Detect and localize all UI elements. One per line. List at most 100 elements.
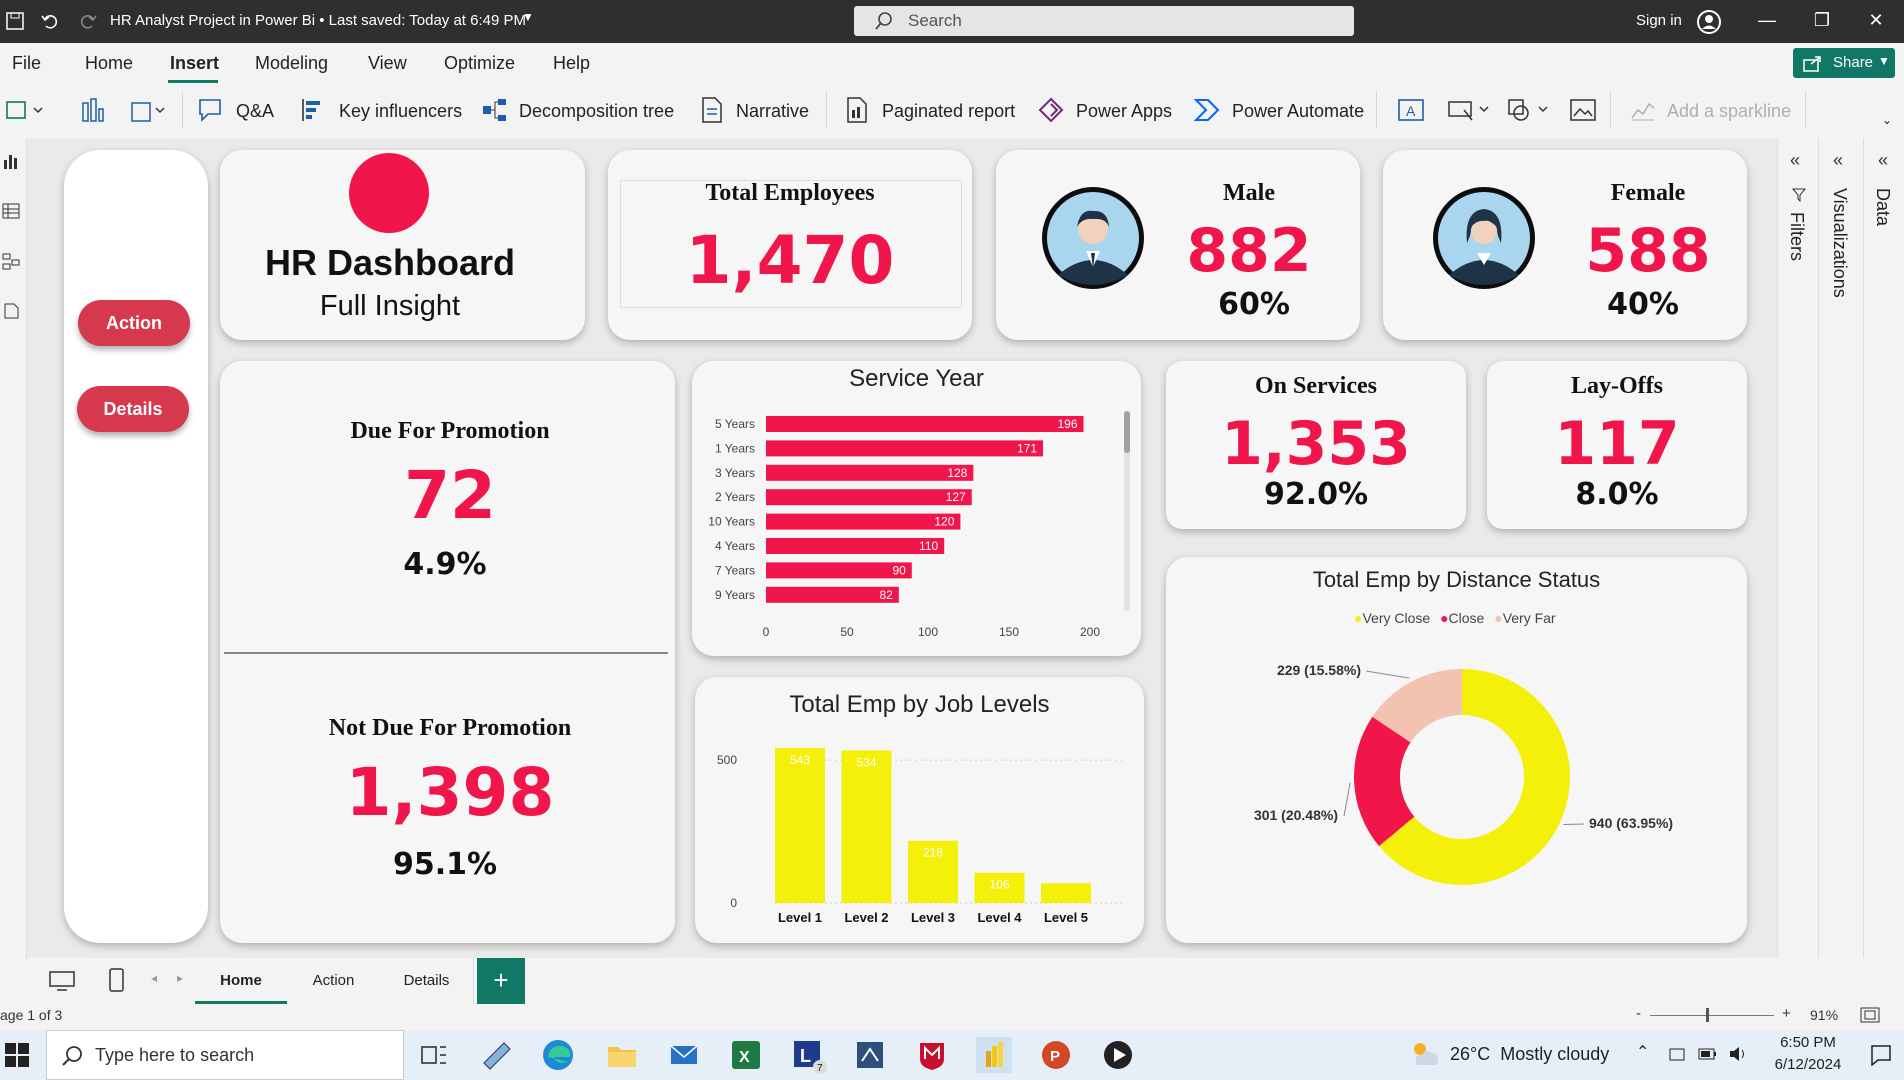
dax-query-icon[interactable] (2, 302, 20, 320)
text-box-icon[interactable]: A (1398, 98, 1424, 122)
filters-pane[interactable]: « Filters (1777, 138, 1818, 958)
bar[interactable] (766, 464, 974, 481)
decomposition-tree-button[interactable]: Decomposition tree (519, 101, 674, 122)
search-box[interactable]: Search (854, 6, 1354, 36)
zoom-out-button[interactable]: - (1636, 1005, 1641, 1022)
powerpoint-app-icon[interactable]: P (1038, 1037, 1074, 1073)
close-button[interactable]: ✕ (1864, 10, 1888, 34)
share-button[interactable]: Share ▼ (1793, 48, 1895, 78)
power-apps-icon[interactable] (1038, 97, 1064, 123)
table-view-icon[interactable] (2, 202, 20, 220)
bar[interactable] (766, 416, 1084, 432)
menu-help[interactable]: Help (553, 53, 590, 74)
key-influencers-icon[interactable] (300, 97, 326, 123)
bar[interactable] (766, 440, 1044, 457)
media-player-app-icon[interactable] (1100, 1037, 1136, 1073)
zoom-in-button[interactable]: + (1782, 1005, 1791, 1022)
mail-app-icon[interactable] (666, 1037, 702, 1073)
bar[interactable] (766, 562, 912, 579)
prev-page-icon[interactable]: ◂ (151, 971, 157, 985)
expand-icon[interactable]: « (1878, 150, 1888, 171)
file-explorer-app-icon[interactable] (604, 1037, 640, 1073)
weather-text[interactable]: 26°C Mostly cloudy (1450, 1044, 1609, 1065)
page-tab-action[interactable]: Action (287, 958, 381, 1004)
chart-icon[interactable] (80, 97, 104, 123)
menu-modeling[interactable]: Modeling (255, 53, 328, 74)
excel-app-icon[interactable]: X (728, 1037, 764, 1073)
action-nav-button[interactable]: Action (78, 300, 190, 346)
notepad-app-icon[interactable] (478, 1037, 514, 1073)
menu-file[interactable]: File (12, 53, 41, 74)
chevron-up-icon[interactable]: ⌃ (1636, 1042, 1649, 1062)
model-view-icon[interactable] (2, 252, 20, 270)
page-tab-details[interactable]: Details (380, 958, 474, 1004)
l-app-icon[interactable]: L7 (790, 1037, 827, 1074)
visualizations-pane[interactable]: « Visualizations (1818, 138, 1863, 958)
clock-time[interactable]: 6:50 PM (1768, 1034, 1848, 1051)
filters-label[interactable]: Filters (1786, 212, 1807, 261)
format-visual-icon[interactable] (130, 97, 170, 123)
bar[interactable] (775, 747, 825, 903)
menu-home[interactable]: Home (85, 53, 133, 74)
menu-insert[interactable]: Insert (170, 53, 219, 74)
key-influencers-button[interactable]: Key influencers (339, 101, 462, 122)
account-icon[interactable] (1696, 9, 1722, 35)
chevron-down-icon[interactable]: ⌄ (1882, 113, 1892, 127)
qa-button[interactable]: Q&A (236, 101, 274, 122)
save-icon[interactable] (5, 11, 25, 31)
volume-icon[interactable] (1728, 1044, 1748, 1064)
power-bi-app-icon[interactable] (976, 1037, 1012, 1073)
add-page-button[interactable]: + (477, 958, 525, 1004)
notifications-icon[interactable] (1870, 1044, 1892, 1066)
data-label[interactable]: Data (1872, 188, 1893, 226)
taskbar-search[interactable]: Type here to search (46, 1030, 404, 1080)
menu-optimize[interactable]: Optimize (444, 53, 515, 74)
report-view-icon[interactable] (2, 152, 20, 170)
data-pane[interactable]: « Data (1863, 138, 1904, 958)
clock-date[interactable]: 6/12/2024 (1762, 1056, 1854, 1073)
image-icon[interactable] (1570, 98, 1596, 122)
paginated-report-button[interactable]: Paginated report (882, 101, 1015, 122)
expand-icon[interactable]: « (1790, 150, 1800, 171)
chart-scrollbar[interactable] (1124, 411, 1130, 611)
next-page-icon[interactable]: ▸ (177, 971, 183, 985)
decomposition-tree-icon[interactable] (482, 97, 508, 123)
battery-icon[interactable] (1698, 1046, 1718, 1062)
expand-icon[interactable]: « (1833, 150, 1843, 171)
visualizations-label[interactable]: Visualizations (1829, 188, 1850, 298)
windows-start-icon[interactable] (4, 1042, 30, 1068)
shapes-icon[interactable] (1507, 98, 1553, 122)
meet-icon[interactable] (1668, 1045, 1686, 1063)
mcafee-app-icon[interactable] (914, 1037, 950, 1073)
menu-view[interactable]: View (368, 53, 407, 74)
bar[interactable] (766, 513, 961, 530)
restore-button[interactable]: ❐ (1810, 10, 1834, 34)
fit-to-page-icon[interactable] (1860, 1006, 1880, 1024)
buttons-icon[interactable] (1448, 98, 1494, 122)
paginated-report-icon[interactable] (845, 96, 869, 124)
task-view-icon[interactable] (416, 1037, 452, 1073)
desktop-layout-icon[interactable] (49, 970, 75, 992)
weather-icon[interactable] (1408, 1037, 1442, 1071)
edge-app-icon[interactable] (540, 1037, 576, 1073)
chevron-down-icon[interactable]: ▼ (522, 10, 534, 24)
bar[interactable] (766, 489, 972, 506)
power-automate-icon[interactable] (1194, 97, 1222, 123)
narrative-button[interactable]: Narrative (736, 101, 809, 122)
remote-app-icon[interactable] (852, 1037, 888, 1073)
zoom-slider-thumb[interactable] (1706, 1008, 1709, 1022)
bar[interactable] (1041, 883, 1091, 903)
details-nav-button[interactable]: Details (77, 386, 189, 432)
new-visual-icon[interactable] (6, 99, 46, 123)
power-automate-button[interactable]: Power Automate (1232, 101, 1364, 122)
scrollbar-thumb[interactable] (1124, 411, 1130, 453)
undo-icon[interactable] (40, 11, 60, 31)
power-apps-button[interactable]: Power Apps (1076, 101, 1172, 122)
redo-icon[interactable] (78, 11, 98, 31)
bar[interactable] (766, 538, 945, 554)
page-tab-home[interactable]: Home (195, 958, 288, 1004)
zoom-slider[interactable] (1650, 1015, 1774, 1016)
mobile-layout-icon[interactable] (109, 968, 125, 992)
bar[interactable] (841, 750, 892, 903)
qa-icon[interactable] (198, 98, 224, 122)
